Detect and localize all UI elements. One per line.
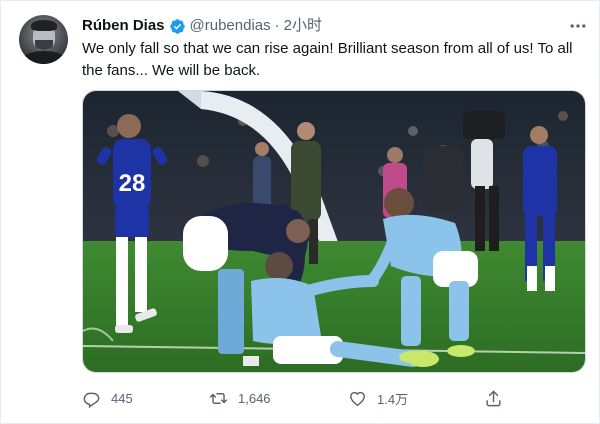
tweet-text: We only fall so that we can rise again! … bbox=[82, 40, 573, 79]
more-options-icon[interactable] bbox=[567, 16, 589, 36]
reply-icon bbox=[83, 392, 100, 408]
jersey-number: 28 bbox=[119, 170, 146, 197]
reply-count: 445 bbox=[111, 390, 133, 406]
author-avatar[interactable] bbox=[19, 15, 68, 64]
avatar-shoulders bbox=[21, 51, 67, 64]
retweet-button[interactable]: 1,646 bbox=[209, 387, 271, 409]
author-handle[interactable]: @rubendias bbox=[190, 16, 271, 36]
share-button[interactable] bbox=[484, 387, 503, 409]
like-button[interactable]: 1.4万 bbox=[348, 387, 408, 409]
tweet-photo[interactable]: 28 bbox=[82, 90, 586, 373]
avatar-hair bbox=[31, 20, 57, 31]
photo-scene: 28 bbox=[83, 91, 585, 372]
tweet-card[interactable]: Rúben Dias @rubendias · 2小时 We only fall… bbox=[0, 0, 600, 424]
retweet-count: 1,646 bbox=[238, 390, 271, 406]
verified-badge-icon bbox=[169, 18, 186, 35]
tweet-actions: 445 1,646 1.4万 bbox=[82, 387, 522, 409]
like-icon bbox=[350, 391, 365, 406]
tweet-timestamp[interactable]: 2小时 bbox=[284, 16, 322, 36]
separator-dot: · bbox=[274, 17, 280, 34]
share-icon bbox=[486, 390, 501, 406]
like-count: 1.4万 bbox=[377, 391, 409, 407]
author-name[interactable]: Rúben Dias bbox=[82, 16, 165, 36]
avatar-beard bbox=[35, 40, 53, 50]
tweet-header: Rúben Dias @rubendias · 2小时 bbox=[82, 16, 322, 36]
reply-button[interactable]: 445 bbox=[82, 387, 133, 409]
retweet-icon bbox=[209, 392, 228, 404]
